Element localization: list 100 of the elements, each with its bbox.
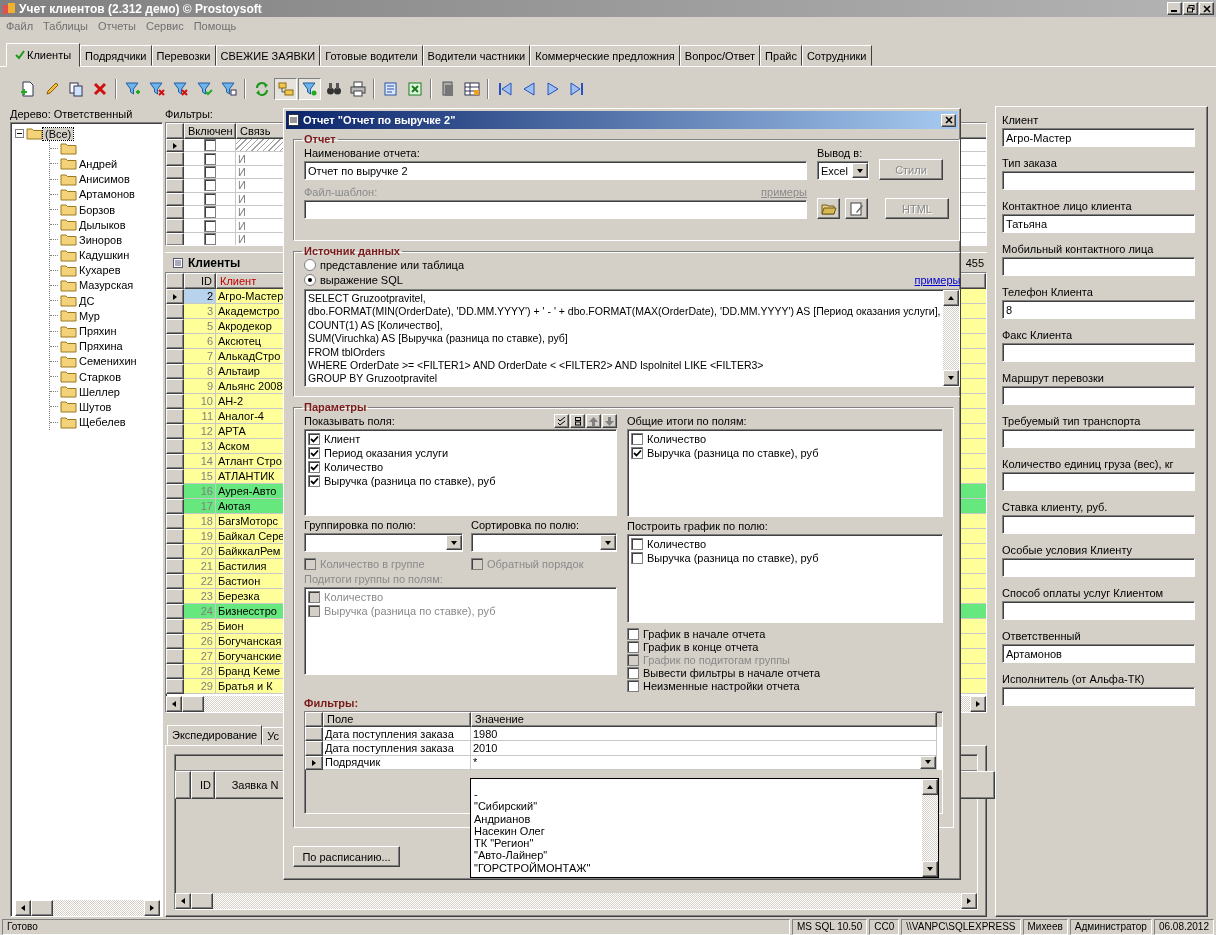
funnel-icon[interactable] — [298, 78, 321, 100]
row-header[interactable] — [166, 619, 184, 634]
tab[interactable]: Прайс — [760, 45, 802, 66]
vertical-scrollbar[interactable] — [943, 290, 960, 386]
tree-item[interactable]: Анисимов — [77, 173, 132, 186]
tab[interactable]: Клиенты — [6, 43, 81, 67]
text-field[interactable] — [1002, 687, 1195, 706]
schedule-button[interactable]: По расписанию... — [293, 846, 400, 867]
list-item[interactable]: Насекин Олег — [474, 824, 922, 838]
list-item[interactable]: Андрианов — [474, 812, 922, 825]
check-all-icon[interactable] — [554, 414, 569, 428]
tab[interactable]: СВЕЖИЕ ЗАЯВКИ — [215, 45, 321, 66]
collapse-icon[interactable] — [15, 129, 24, 139]
row-header[interactable] — [166, 514, 184, 529]
text-field[interactable] — [1002, 429, 1195, 448]
row-header[interactable] — [305, 741, 323, 756]
tree-item[interactable]: Мазурская — [77, 279, 136, 292]
tree-item[interactable]: (Все) — [43, 127, 74, 140]
minimize-button[interactable] — [1167, 2, 1182, 15]
checkbox[interactable] — [627, 627, 639, 640]
tab[interactable]: Ус — [262, 727, 284, 745]
checkbox[interactable] — [203, 152, 216, 165]
radio-button[interactable] — [304, 273, 316, 286]
checkbox[interactable] — [627, 640, 639, 653]
tab[interactable]: Сотрудники — [801, 45, 872, 66]
column-header[interactable]: ID — [191, 771, 215, 799]
row-header[interactable] — [166, 304, 184, 319]
row-header[interactable] — [166, 574, 184, 589]
checkbox[interactable] — [631, 552, 643, 564]
checkbox[interactable] — [627, 667, 639, 680]
text-field[interactable] — [1002, 386, 1195, 405]
scroll-thumb[interactable] — [191, 893, 213, 909]
horizontal-scrollbar[interactable] — [175, 893, 977, 909]
text-field[interactable] — [1002, 472, 1195, 491]
text-field[interactable]: Отчет по выручке 2 — [304, 161, 807, 180]
tab[interactable]: Водители частники — [422, 45, 531, 66]
examples-link[interactable]: примеры — [914, 273, 960, 286]
vertical-scrollbar[interactable] — [922, 779, 938, 877]
row-header[interactable] — [166, 424, 184, 439]
checkbox[interactable] — [631, 538, 643, 550]
row-header[interactable] — [166, 469, 184, 484]
radio-button[interactable] — [304, 258, 316, 271]
row-header[interactable] — [166, 664, 184, 679]
list-item[interactable]: ТК "Регион" — [474, 837, 922, 850]
row-header[interactable] — [166, 152, 184, 166]
tree-item[interactable]: Борзов — [77, 203, 118, 216]
tree-item[interactable]: ДС — [77, 294, 97, 307]
close-button[interactable] — [1199, 2, 1214, 15]
checkbox[interactable] — [203, 139, 216, 152]
row-header[interactable] — [166, 559, 184, 574]
row-header[interactable] — [166, 499, 184, 514]
row-header[interactable] — [166, 679, 184, 694]
tab[interactable]: Готовые водители — [320, 45, 423, 66]
tree-item[interactable]: Шеллер — [77, 385, 122, 398]
checkbox[interactable] — [308, 461, 320, 473]
row-header[interactable] — [166, 364, 184, 379]
list-item[interactable]: "ГОРСТРОЙМОНТАЖ" — [474, 861, 922, 875]
tree-item[interactable]: Шутов — [77, 400, 114, 413]
tree-item[interactable]: Пряхин — [77, 325, 119, 338]
checkbox[interactable] — [203, 206, 216, 219]
arrow-down-icon[interactable] — [602, 414, 617, 428]
row-header[interactable] — [166, 604, 184, 619]
row-header[interactable] — [166, 634, 184, 649]
tree-item[interactable]: Артамонов — [77, 188, 137, 201]
text-field[interactable]: 8 — [1002, 300, 1195, 319]
row-header[interactable] — [166, 529, 184, 544]
tab[interactable]: Вопрос/Ответ — [679, 45, 761, 66]
tree-item[interactable]: Мур — [77, 309, 102, 322]
row-header[interactable] — [166, 139, 184, 153]
column-header[interactable]: ID — [184, 273, 216, 289]
row-header[interactable] — [166, 454, 184, 469]
row-header[interactable] — [166, 289, 184, 304]
row-header[interactable] — [166, 319, 184, 334]
text-field[interactable] — [1002, 257, 1195, 276]
open-folder-icon[interactable] — [817, 198, 840, 219]
text-field[interactable] — [1002, 558, 1195, 577]
folder-tree-icon[interactable] — [274, 78, 297, 100]
sql-editor[interactable] — [304, 289, 960, 387]
row-header[interactable] — [166, 439, 184, 454]
text-field[interactable]: Татьяна — [1002, 214, 1195, 233]
list-item[interactable]: "Сибирский" — [474, 800, 922, 813]
checkbox[interactable] — [631, 447, 643, 459]
row-header[interactable] — [166, 589, 184, 604]
tree-item[interactable]: Дылыков — [77, 218, 128, 231]
checkbox[interactable] — [308, 447, 320, 459]
row-header[interactable] — [166, 394, 184, 409]
checkbox[interactable] — [308, 475, 320, 487]
list-icon[interactable] — [570, 414, 585, 428]
text-field[interactable] — [1002, 601, 1195, 620]
tree-item[interactable]: Щебелев — [77, 416, 128, 429]
tree-item[interactable]: Кухарев — [77, 264, 123, 277]
row-header[interactable] — [166, 409, 184, 424]
edit-document-icon[interactable] — [845, 198, 868, 219]
scroll-thumb[interactable] — [182, 696, 204, 712]
scroll-thumb[interactable] — [31, 900, 53, 916]
tree-item[interactable]: Андрей — [77, 157, 120, 170]
row-header[interactable] — [166, 219, 184, 233]
text-field[interactable]: Артамонов — [1002, 644, 1195, 663]
row-header[interactable] — [166, 334, 184, 349]
checkbox[interactable] — [627, 680, 639, 693]
